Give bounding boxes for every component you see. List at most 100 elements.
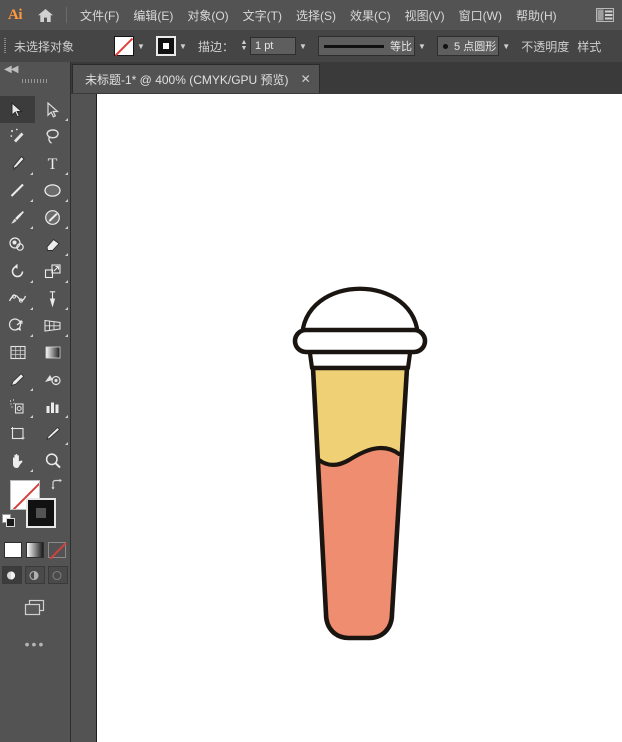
pen-tool[interactable] — [0, 150, 35, 177]
symbol-sprayer-tool[interactable] — [0, 393, 35, 420]
boba-cup-illustration[interactable] — [97, 94, 622, 742]
stroke-swatch[interactable] — [156, 36, 176, 56]
scale-tool[interactable] — [35, 258, 70, 285]
tool-group-indicator — [65, 280, 68, 283]
tool-group-indicator — [30, 469, 33, 472]
menu-select[interactable]: 选择(S) — [289, 3, 343, 28]
ellipse-tool[interactable] — [35, 177, 70, 204]
mesh-tool[interactable] — [0, 339, 35, 366]
gradient-tool[interactable] — [35, 339, 70, 366]
gradient-button[interactable] — [26, 542, 44, 558]
swap-fill-stroke-icon[interactable] — [50, 478, 64, 492]
toolbox-drag-handle[interactable] — [22, 79, 48, 83]
control-bar: 未选择对象 ▼ ▼ 描边： ▲▼ 1 pt ▼ 等比 ▼ 5 点圆形 ▼ 不透明… — [0, 30, 622, 63]
toolbox-panel: T — [0, 94, 71, 742]
tool-group-indicator — [30, 415, 33, 418]
shaper-pencil-tool[interactable] — [35, 204, 70, 231]
fill-chevron-down-icon[interactable]: ▼ — [134, 36, 148, 56]
menu-edit[interactable]: 编辑(E) — [126, 3, 180, 28]
tool-group-indicator — [30, 199, 33, 202]
stroke-profile-label: 等比 — [390, 38, 412, 54]
close-icon[interactable]: ✕ — [301, 73, 311, 85]
stroke-weight-stepper[interactable]: ▲▼ — [238, 36, 250, 56]
more-tools-button[interactable]: ••• — [0, 640, 70, 648]
stroke-chevron-down-icon[interactable]: ▼ — [176, 36, 190, 56]
artboard-tool[interactable] — [0, 420, 35, 447]
magic-wand-tool[interactable] — [0, 123, 35, 150]
menu-file[interactable]: 文件(F) — [73, 3, 126, 28]
eyedropper-tool[interactable] — [0, 366, 35, 393]
document-tab[interactable]: 未标题-1* @ 400% (CMYK/GPU 预览) ✕ — [72, 64, 320, 93]
rotate-tool[interactable] — [0, 258, 35, 285]
line-segment-tool[interactable] — [0, 177, 35, 204]
draw-behind-button[interactable] — [25, 566, 45, 584]
toolbox-header: ◀◀ — [0, 62, 71, 94]
hand-tool[interactable] — [0, 447, 35, 474]
lasso-tool[interactable] — [35, 123, 70, 150]
color-mode-buttons — [0, 542, 70, 558]
perspective-grid-tool[interactable] — [35, 312, 70, 339]
stroke-profile-preview-icon — [324, 45, 384, 48]
brush-chevron-down-icon[interactable]: ▼ — [499, 36, 513, 56]
menu-view[interactable]: 视图(V) — [398, 3, 452, 28]
stroke-weight-chevron-down-icon[interactable]: ▼ — [296, 36, 310, 56]
tool-group-indicator — [30, 172, 33, 175]
tool-group-indicator — [65, 118, 68, 121]
opacity-label[interactable]: 不透明度 — [521, 38, 569, 55]
stroke-weight-input[interactable]: 1 pt — [250, 37, 296, 55]
tool-group-indicator — [65, 415, 68, 418]
fill-stroke-controls — [0, 478, 70, 540]
document-tab-title: 未标题-1* @ 400% (CMYK/GPU 预览) — [85, 71, 289, 88]
tool-group-indicator — [30, 226, 33, 229]
cup-lower-liquid — [319, 448, 399, 638]
stroke-profile-chevron-down-icon[interactable]: ▼ — [415, 36, 429, 56]
column-graph-tool[interactable] — [35, 393, 70, 420]
width-warp-tool[interactable] — [0, 285, 35, 312]
slice-tool[interactable] — [35, 420, 70, 447]
blob-brush-tool[interactable] — [0, 231, 35, 258]
control-bar-grip[interactable] — [0, 30, 10, 62]
blend-tool[interactable] — [35, 366, 70, 393]
tool-group-indicator — [30, 280, 33, 283]
screen-mode-button[interactable] — [0, 598, 70, 618]
tool-group-indicator — [65, 307, 68, 310]
stroke-swatch-black[interactable] — [26, 498, 56, 528]
color-button[interactable] — [4, 542, 22, 558]
tool-group-indicator — [65, 199, 68, 202]
artboard-canvas[interactable] — [96, 94, 622, 742]
paintbrush-tool[interactable] — [0, 204, 35, 231]
zoom-tool[interactable] — [35, 447, 70, 474]
type-tool[interactable]: T — [35, 150, 70, 177]
menu-effect[interactable]: 效果(C) — [343, 3, 398, 28]
fill-swatch[interactable] — [114, 36, 134, 56]
selection-tool[interactable] — [0, 96, 35, 123]
direct-selection-tool[interactable] — [35, 96, 70, 123]
tool-group-indicator — [65, 172, 68, 175]
menu-type[interactable]: 文字(T) — [236, 3, 289, 28]
workspace-panel-icon[interactable] — [592, 0, 618, 30]
tool-list: T — [0, 94, 70, 474]
brush-definition-label: 5 点圆形 — [454, 38, 496, 54]
document-tab-bar: ◀◀ 未标题-1* @ 400% (CMYK/GPU 预览) ✕ — [0, 62, 622, 95]
menu-item-list: 文件(F) 编辑(E) 对象(O) 文字(T) 选择(S) 效果(C) 视图(V… — [73, 3, 592, 28]
eraser-tool[interactable] — [35, 231, 70, 258]
tool-group-indicator — [65, 226, 68, 229]
menu-bar: Ai 文件(F) 编辑(E) 对象(O) 文字(T) 选择(S) 效果(C) 视… — [0, 0, 622, 30]
app-logo-icon: Ai — [0, 0, 30, 30]
brush-definition-combo[interactable]: 5 点圆形 — [437, 36, 499, 56]
menu-window[interactable]: 窗口(W) — [452, 3, 509, 28]
free-transform-tool[interactable] — [35, 285, 70, 312]
draw-normal-button[interactable] — [2, 566, 22, 584]
home-icon[interactable] — [30, 0, 60, 30]
menu-help[interactable]: 帮助(H) — [509, 3, 564, 28]
none-button[interactable] — [48, 542, 66, 558]
tool-group-indicator — [65, 442, 68, 445]
tool-group-indicator — [30, 307, 33, 310]
default-fill-stroke-icon[interactable] — [2, 514, 16, 528]
menu-object[interactable]: 对象(O) — [180, 3, 235, 28]
draw-inside-button[interactable] — [48, 566, 68, 584]
collapse-panel-icon[interactable]: ◀◀ — [4, 65, 17, 75]
shape-builder-tool[interactable] — [0, 312, 35, 339]
styles-label[interactable]: 样式 — [577, 38, 601, 55]
stroke-profile-combo[interactable]: 等比 — [318, 36, 415, 56]
